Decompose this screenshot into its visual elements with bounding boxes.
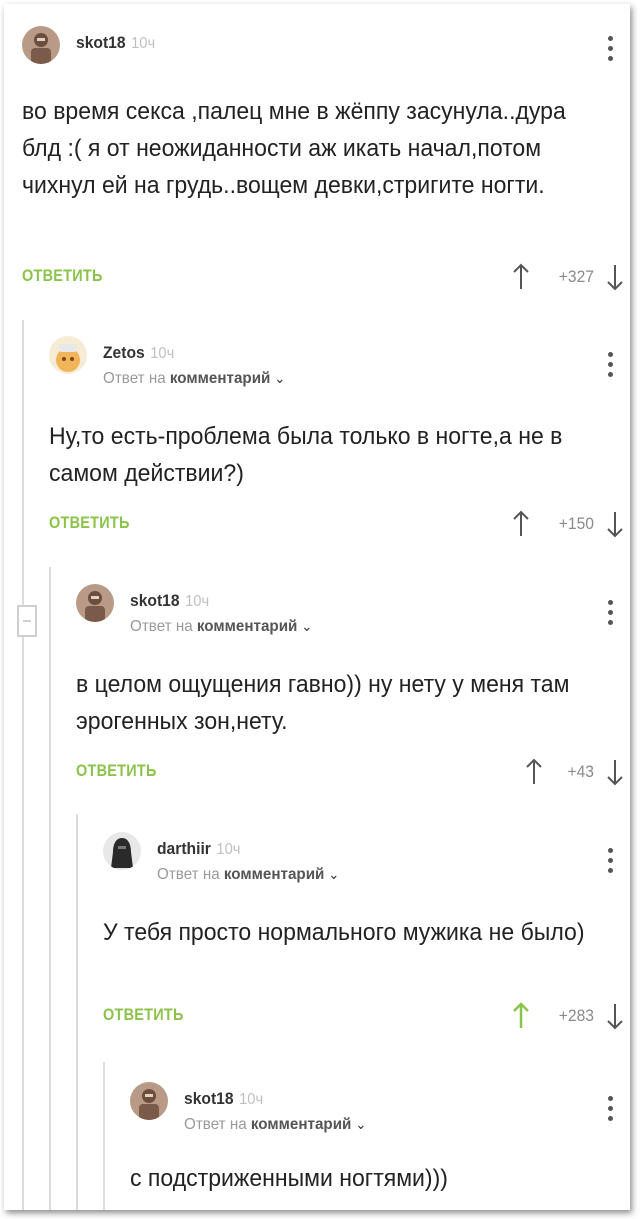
comment-author[interactable]: Zetos 10ч (103, 343, 174, 363)
comment-header: Zetos 10ч Ответ на комментарий ⌄ (49, 336, 630, 396)
comment-thread: skot18 10ч во время секса ,палец мне в жё… (4, 4, 630, 1210)
comment-actions: ОТВЕТИТЬ +150 (49, 509, 630, 539)
username[interactable]: skot18 (130, 591, 180, 610)
comment-header: skot18 10ч Ответ на комментарий ⌄ (130, 1082, 630, 1142)
username[interactable]: skot18 (184, 1089, 234, 1108)
comment: skot18 10ч Ответ на комментарий ⌄ в целом … (76, 584, 630, 794)
reply-to-link[interactable]: Ответ на комментарий ⌄ (184, 1116, 366, 1134)
more-options-icon[interactable] (608, 352, 614, 382)
chevron-down-icon[interactable]: ⌄ (355, 1116, 366, 1132)
comment-actions: ОТВЕТИТЬ +327 (22, 262, 630, 292)
vote-score: +283 (558, 1006, 594, 1025)
comment-actions: ОТВЕТИТЬ +283 (103, 1001, 630, 1031)
user-photo-icon[interactable] (130, 1082, 168, 1120)
reply-to-link[interactable]: Ответ на комментарий ⌄ (103, 370, 285, 388)
username[interactable]: skot18 (76, 33, 126, 52)
reply-target[interactable]: комментарий (197, 618, 297, 635)
reply-to-link[interactable]: Ответ на комментарий ⌄ (130, 618, 312, 636)
comment-header: skot18 10ч (22, 26, 630, 86)
more-options-icon[interactable] (608, 1096, 614, 1126)
username[interactable]: Zetos (103, 343, 145, 362)
chevron-down-icon[interactable]: ⌄ (274, 370, 285, 386)
reply-button[interactable]: ОТВЕТИТЬ (22, 266, 103, 286)
comment-author[interactable]: skot18 10ч (184, 1089, 263, 1109)
more-options-icon[interactable] (608, 36, 614, 66)
comment: skot18 10ч во время секса ,палец мне в жё… (22, 26, 630, 296)
reply-to-link[interactable]: Ответ на комментарий ⌄ (157, 866, 339, 884)
vote-score: +150 (558, 514, 594, 533)
reply-button[interactable]: ОТВЕТИТЬ (103, 1005, 184, 1025)
comment-author[interactable]: darthiir 10ч (157, 839, 240, 859)
chevron-down-icon[interactable]: ⌄ (328, 866, 339, 882)
comment-text: во время секса ,палец мне в жёппу засуну… (22, 98, 566, 199)
reply-prefix: Ответ на (103, 370, 166, 387)
reply-target[interactable]: комментарий (170, 370, 270, 387)
user-photo-icon[interactable] (22, 26, 60, 64)
reply-prefix: Ответ на (157, 866, 220, 883)
comment-text: в целом ощущения гавно)) ну нету у меня … (76, 671, 570, 735)
reply-prefix: Ответ на (130, 618, 193, 635)
comment-time: 10ч (185, 593, 210, 610)
upvote-arrow-icon[interactable] (510, 1001, 532, 1031)
comment-header: skot18 10ч Ответ на комментарий ⌄ (76, 584, 630, 644)
more-options-icon[interactable] (608, 600, 614, 630)
upvote-arrow-icon[interactable] (510, 262, 532, 292)
upvote-arrow-icon[interactable] (510, 509, 532, 539)
reply-target[interactable]: комментарий (224, 866, 324, 883)
dark-figure-avatar-icon[interactable] (103, 832, 141, 870)
comment-time: 10ч (150, 345, 175, 362)
comment-author[interactable]: skot18 10ч (130, 591, 209, 611)
comment-text: Ну,то есть-проблема была только в ногте,… (49, 423, 563, 487)
collapse-thread-icon[interactable] (16, 604, 38, 638)
comment-time: 10ч (131, 35, 156, 52)
comment-time: 10ч (216, 841, 241, 858)
reply-button[interactable]: ОТВЕТИТЬ (76, 761, 157, 781)
downvote-arrow-icon[interactable] (604, 1001, 626, 1031)
comment-actions: ОТВЕТИТЬ +43 (76, 757, 630, 787)
downvote-arrow-icon[interactable] (604, 757, 626, 787)
vote-score: +327 (558, 267, 594, 286)
downvote-arrow-icon[interactable] (604, 262, 626, 292)
comment-author[interactable]: skot18 10ч (76, 33, 155, 53)
comment-header: darthiir 10ч Ответ на комментарий ⌄ (103, 832, 630, 892)
downvote-arrow-icon[interactable] (604, 509, 626, 539)
comment-text: У тебя просто нормального мужика не было… (103, 919, 585, 946)
more-options-icon[interactable] (608, 848, 614, 878)
reply-prefix: Ответ на (184, 1116, 247, 1133)
thread-branch-line (22, 320, 24, 1210)
reply-button[interactable]: ОТВЕТИТЬ (49, 513, 130, 533)
comment: skot18 10ч Ответ на комментарий ⌄ с подстр… (130, 1082, 630, 1210)
thread-branch-line (76, 814, 78, 1210)
comment-text: с подстриженными ногтями))) (130, 1165, 448, 1192)
reply-target[interactable]: комментарий (251, 1116, 351, 1133)
thread-branch-line (103, 1062, 105, 1210)
thread-branch-line (49, 567, 51, 1210)
vote-score: +43 (567, 762, 594, 781)
chevron-down-icon[interactable]: ⌄ (301, 618, 312, 634)
comment-time: 10ч (239, 1091, 264, 1108)
comment: Zetos 10ч Ответ на комментарий ⌄ Ну,то ест… (49, 336, 630, 546)
comment: darthiir 10ч Ответ на комментарий ⌄ У тебя… (103, 832, 630, 1042)
cartoon-avatar-icon[interactable] (49, 336, 87, 374)
username[interactable]: darthiir (157, 839, 211, 858)
user-photo-icon[interactable] (76, 584, 114, 622)
